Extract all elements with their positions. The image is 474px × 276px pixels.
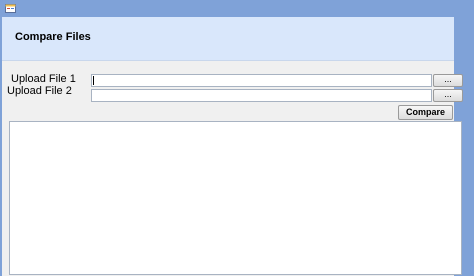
text-caret	[93, 76, 94, 85]
upload-file-2-label: Upload File 2	[7, 85, 72, 97]
header-banner: Compare Files	[2, 17, 454, 61]
upload-file-1-input[interactable]	[92, 76, 431, 87]
browse-file-2-button[interactable]: ...	[433, 89, 463, 102]
upload-file-2-field[interactable]	[91, 89, 432, 102]
comparison-result-box[interactable]	[9, 121, 462, 275]
upload-file-1-label: Upload File 1	[11, 73, 76, 85]
window-title-bar	[0, 0, 474, 17]
page-title: Compare Files	[15, 31, 91, 43]
compare-button[interactable]: Compare	[398, 105, 453, 120]
app-form-icon	[5, 3, 16, 14]
form-client-area: Compare Files Upload File 1 ... Upload F…	[2, 17, 463, 276]
browse-file-1-button[interactable]: ...	[433, 74, 463, 87]
upload-file-1-field[interactable]	[91, 74, 432, 87]
upload-file-2-input[interactable]	[92, 91, 431, 102]
